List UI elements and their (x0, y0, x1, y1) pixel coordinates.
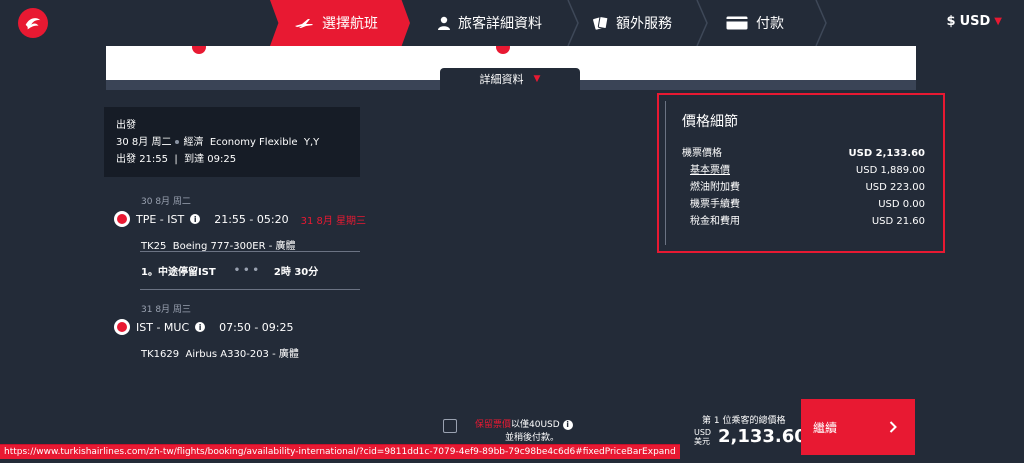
step-passenger-details[interactable]: 旅客詳細資料 (438, 0, 542, 46)
departure-date: 30 8月 周二 (116, 137, 172, 148)
total-amount: 2,133.60 (718, 426, 807, 447)
details-toggle-tab[interactable]: 詳細資料 ▼ (440, 68, 580, 90)
step-select-flight[interactable]: 選擇航班 (270, 0, 410, 46)
card-icon (726, 16, 748, 30)
segment-flight-info: TK25 Boeing 777-300ER - 廣體 (141, 237, 366, 252)
segment-times: 07:50 - 09:25 (219, 320, 294, 334)
step-separator-icon (696, 0, 708, 46)
price-details-box: 價格細節 機票價格 USD 2,133.60 基本票價 USD 1,889.00… (657, 93, 945, 253)
divider (140, 289, 360, 290)
price-row-taxes: 稅金和費用 USD 21.60 (682, 213, 937, 230)
hold-fare-checkbox[interactable] (443, 419, 457, 433)
price-title: 價格細節 (682, 114, 738, 130)
continue-label: 繼續 (813, 420, 838, 435)
departure-card: 出發 30 8月 周二 經濟 Economy Flexible Y,Y 出發 21… (104, 107, 360, 177)
booking-class: Y,Y (303, 137, 320, 148)
stopover-label: 1。中途停留IST (141, 267, 216, 278)
total-currency: USD 美元 (694, 428, 711, 446)
dep-label: 出發 (116, 154, 136, 165)
step-separator-icon (815, 0, 827, 46)
cabin-class: 經濟 (183, 137, 204, 148)
separator-dot-icon (175, 140, 180, 144)
chevron-right-icon (889, 421, 897, 433)
currency-symbol: $ (946, 14, 956, 29)
price-row-service-fee: 機票手續費 USD 0.00 (682, 196, 937, 213)
step-label: 額外服務 (616, 16, 672, 32)
price-label: 機票價格 (682, 148, 722, 159)
step-separator-icon (567, 0, 579, 46)
airline-logo-icon (114, 319, 130, 335)
segment-route: IST - MUC (136, 320, 190, 334)
flight-segment-1: 30 8月 周二 TPE - IST i 21:55 - 05:20 31 8月… (114, 194, 366, 252)
price-value: USD 2,133.60 (848, 148, 925, 159)
airline-logo-icon (114, 211, 130, 227)
segment-date: 30 8月 周二 (141, 197, 191, 207)
departure-title: 出發 (116, 120, 136, 131)
currency-cn: 美元 (694, 437, 710, 446)
price-value: USD 223.00 (865, 182, 925, 193)
price-row-fuel: 燃油附加費 USD 223.00 (682, 179, 937, 196)
segment-route: TPE - IST (136, 212, 185, 226)
arr-label: 到達 (184, 154, 205, 165)
info-icon[interactable]: i (195, 322, 206, 332)
chevron-down-icon: ▼ (994, 16, 1002, 27)
departure-line1: 30 8月 周二 經濟 Economy Flexible Y,Y (116, 134, 348, 151)
dep-time: 21:55 (139, 154, 169, 165)
ellipsis-icon: ••• (233, 265, 262, 276)
step-label: 選擇航班 (322, 16, 378, 32)
step-payment[interactable]: 付款 (726, 0, 784, 46)
info-icon[interactable]: i (190, 214, 201, 224)
price-label: 稅金和費用 (690, 216, 740, 227)
flight-number: TK1629 (141, 349, 180, 360)
plane-icon (294, 17, 314, 29)
price-label: 燃油附加費 (690, 182, 740, 193)
stopover-info: 1。中途停留IST ••• 2時 30分 (141, 263, 318, 278)
flight-segment-2: 31 8月 周三 IST - MUC i 07:50 - 09:25 TK162… (114, 302, 299, 360)
details-tab-label: 詳細資料 (479, 73, 524, 86)
person-icon (438, 16, 450, 30)
airline-logo-icon (496, 46, 510, 54)
stopover-duration: 2時 30分 (273, 267, 319, 278)
currency-code: USD (694, 428, 712, 437)
price-row-base-fare[interactable]: 基本票價 USD 1,889.00 (682, 162, 937, 179)
price-details-panel: 價格細節 機票價格 USD 2,133.60 基本票價 USD 1,889.00… (665, 101, 937, 245)
segment-date: 31 8月 周三 (141, 305, 191, 315)
aircraft-type: Airbus A330-203 - 廣體 (185, 349, 299, 360)
airline-logo-icon (192, 46, 206, 54)
fare-family: Economy Flexible (209, 137, 298, 148)
segment-flight-info: TK1629 Airbus A330-203 - 廣體 (141, 345, 299, 360)
price-value: USD 0.00 (878, 199, 925, 210)
divider (140, 251, 360, 252)
currency-selector[interactable]: $ USD ▼ (947, 14, 1002, 29)
turkish-airlines-logo[interactable] (18, 8, 48, 38)
hold-fare-price: 以僅40USD (511, 420, 560, 430)
currency-code: USD (959, 14, 991, 29)
total-price-label: 第 1 位乘客的總價格 (702, 416, 786, 426)
info-icon[interactable]: i (562, 419, 573, 430)
browser-status-url: https://www.turkishairlines.com/zh-tw/fl… (0, 444, 680, 459)
chevron-down-icon: ▼ (533, 74, 541, 84)
hold-fare-link[interactable]: 保留票價 (475, 420, 511, 430)
arr-time: 09:25 (207, 154, 237, 165)
next-day-badge: 31 8月 星期三 (300, 215, 367, 227)
step-label: 旅客詳細資料 (458, 16, 542, 32)
step-extra-services[interactable]: 額外服務 (592, 0, 672, 46)
cards-icon (592, 15, 608, 31)
continue-button[interactable]: 繼續 (801, 399, 915, 455)
top-navigation: 選擇航班 旅客詳細資料 額外服務 付款 $ USD ▼ (0, 0, 1024, 46)
price-value: USD 1,889.00 (855, 165, 925, 176)
departure-line2: 出發 21:55 | 到達 09:25 (116, 154, 237, 165)
price-label: 機票手續費 (690, 199, 740, 210)
price-row-ticket: 機票價格 USD 2,133.60 (682, 145, 937, 162)
price-label[interactable]: 基本票價 (690, 162, 730, 179)
crane-logo-icon (25, 18, 41, 30)
step-label: 付款 (756, 16, 784, 32)
price-value: USD 21.60 (871, 216, 925, 227)
hold-fare-text: 保留票價以僅40USD i 並稍後付款。 (475, 419, 573, 445)
segment-times: 21:55 - 05:20 (214, 212, 289, 226)
